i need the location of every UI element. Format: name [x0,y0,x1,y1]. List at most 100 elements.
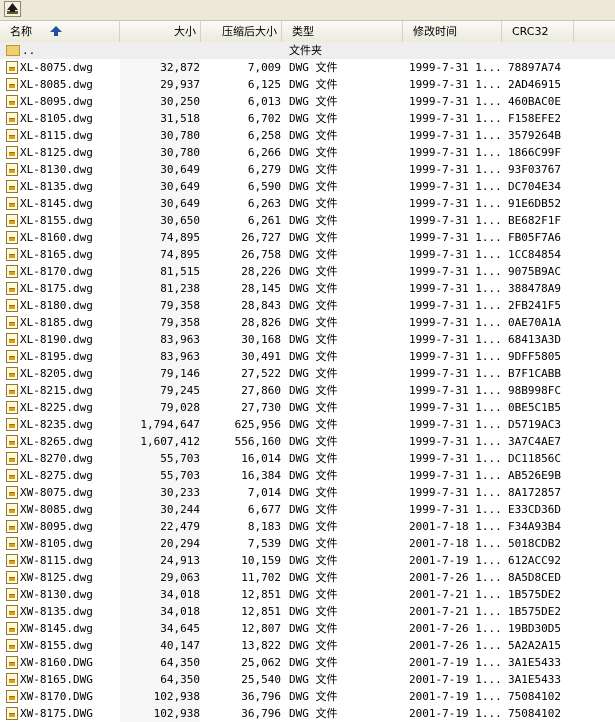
file-crc: 8A172857 [508,486,561,499]
file-name-cell: XW-8075.dwg [6,484,120,501]
file-row[interactable]: XW-8075.dwg 30,233 7,014 DWG 文件 1999-7-31 1.… [0,484,615,501]
file-type: DWG 文件 [289,282,338,295]
file-row[interactable]: XL-8165.dwg 74,895 26,758 DWG 文件 1999-7-31 1… [0,246,615,263]
file-crc: 0AE70A1A [508,316,561,329]
file-row[interactable]: XL-8275.dwg 55,703 16,384 DWG 文件 1999-7-31 1… [0,467,615,484]
file-type: DWG 文件 [289,180,338,193]
file-modified: 1999-7-31 1... [409,180,501,193]
dwg-file-icon [6,197,18,210]
file-row[interactable]: XW-8125.dwg 29,063 11,702 DWG 文件 2001-7-26 1… [0,569,615,586]
column-size-header[interactable]: 大小 [120,21,201,42]
file-name-cell: XL-8215.dwg [6,382,120,399]
file-row[interactable]: XL-8125.dwg 30,780 6,266 DWG 文件 1999-7-31 1.… [0,144,615,161]
file-row[interactable]: XL-8265.dwg 1,607,412 556,160 DWG 文件 1999-7-… [0,433,615,450]
column-modified-header[interactable]: 修改时间 [403,21,502,42]
file-type: DWG 文件 [289,384,338,397]
file-type: DWG 文件 [289,418,338,431]
file-rows: XL-8075.dwg 32,872 7,009 DWG 文件 1999-7-31 1.… [0,59,615,722]
file-row[interactable]: XL-8190.dwg 83,963 30,168 DWG 文件 1999-7-31 1… [0,331,615,348]
file-type: DWG 文件 [289,197,338,210]
file-crc: 19BD30D5 [508,622,561,635]
column-name-header[interactable]: 名称 [0,21,120,42]
file-row[interactable]: XL-8205.dwg 79,146 27,522 DWG 文件 1999-7-31 1… [0,365,615,382]
file-row[interactable]: XL-8130.dwg 30,649 6,279 DWG 文件 1999-7-31 1.… [0,161,615,178]
file-row[interactable]: XL-8145.dwg 30,649 6,263 DWG 文件 1999-7-31 1.… [0,195,615,212]
file-row[interactable]: XL-8095.dwg 30,250 6,013 DWG 文件 1999-7-31 1.… [0,93,615,110]
file-row[interactable]: XW-8085.dwg 30,244 6,677 DWG 文件 1999-7-31 1.… [0,501,615,518]
up-folder-button[interactable] [4,1,21,17]
file-row[interactable]: XL-8105.dwg 31,518 6,702 DWG 文件 1999-7-31 1.… [0,110,615,127]
file-row[interactable]: XL-8160.dwg 74,895 26,727 DWG 文件 1999-7-31 1… [0,229,615,246]
file-row[interactable]: XL-8115.dwg 30,780 6,258 DWG 文件 1999-7-31 1.… [0,127,615,144]
column-type-header[interactable]: 类型 [282,21,403,42]
file-packed-size: 625,956 [234,418,281,431]
file-name: XW-8155.dwg [20,639,93,652]
file-crc: 98B998FC [508,384,561,397]
file-row[interactable]: XW-8160.DWG 64,350 25,062 DWG 文件 2001-7-19 1… [0,654,615,671]
file-row[interactable]: XW-8155.dwg 40,147 13,822 DWG 文件 2001-7-26 1… [0,637,615,654]
file-row[interactable]: XW-8145.dwg 34,645 12,807 DWG 文件 2001-7-26 1… [0,620,615,637]
file-row[interactable]: XW-8115.dwg 24,913 10,159 DWG 文件 2001-7-19 1… [0,552,615,569]
file-row[interactable]: XL-8225.dwg 79,028 27,730 DWG 文件 1999-7-31 1… [0,399,615,416]
file-packed-size: 13,822 [241,639,281,652]
parent-folder-row[interactable]: .. 文件夹 [0,42,615,59]
file-row[interactable]: XW-8165.DWG 64,350 25,540 DWG 文件 2001-7-19 1… [0,671,615,688]
file-crc: 612ACC92 [508,554,561,567]
file-crc: 68413A3D [508,333,561,346]
file-crc: 1CC84854 [508,248,561,261]
toolbar [0,0,615,21]
file-row[interactable]: XW-8175.DWG 102,938 36,796 DWG 文件 2001-7-19 … [0,705,615,722]
file-modified: 1999-7-31 1... [409,95,501,108]
dwg-file-icon [6,282,18,295]
file-crc: 93F03767 [508,163,561,176]
file-packed-size: 6,013 [247,95,281,108]
file-row[interactable]: XL-8170.dwg 81,515 28,226 DWG 文件 1999-7-31 1… [0,263,615,280]
file-size: 30,649 [120,161,200,178]
column-crc-header[interactable]: CRC32 [502,21,574,42]
file-name: XW-8125.dwg [20,571,93,584]
file-size: 79,358 [120,314,200,331]
file-row[interactable]: XL-8270.dwg 55,703 16,014 DWG 文件 1999-7-31 1… [0,450,615,467]
file-row[interactable]: XL-8195.dwg 83,963 30,491 DWG 文件 1999-7-31 1… [0,348,615,365]
file-name-cell: XL-8270.dwg [6,450,120,467]
file-modified: 2001-7-26 1... [409,622,501,635]
dwg-file-icon [6,401,18,414]
file-name-cell: XW-8125.dwg [6,569,120,586]
file-crc: 3A1E5433 [508,673,561,686]
file-packed-size: 30,491 [241,350,281,363]
file-size: 30,780 [120,127,200,144]
file-name: XW-8095.dwg [20,520,93,533]
column-packed-header[interactable]: 压缩后大小 [201,21,282,42]
file-crc: 8A5D8CED [508,571,561,584]
file-size: 81,238 [120,280,200,297]
file-packed-size: 27,522 [241,367,281,380]
file-row[interactable]: XL-8075.dwg 32,872 7,009 DWG 文件 1999-7-31 1.… [0,59,615,76]
file-row[interactable]: XL-8235.dwg 1,794,647 625,956 DWG 文件 1999-7-… [0,416,615,433]
file-name: XL-8175.dwg [20,282,93,295]
file-size: 81,515 [120,263,200,280]
file-packed-size: 36,796 [241,707,281,720]
file-row[interactable]: XL-8185.dwg 79,358 28,826 DWG 文件 1999-7-31 1… [0,314,615,331]
file-row[interactable]: XL-8155.dwg 30,650 6,261 DWG 文件 1999-7-31 1.… [0,212,615,229]
dwg-file-icon [6,503,18,516]
file-row[interactable]: XW-8135.dwg 34,018 12,851 DWG 文件 2001-7-21 1… [0,603,615,620]
file-packed-size: 10,159 [241,554,281,567]
file-row[interactable]: XW-8130.dwg 34,018 12,851 DWG 文件 2001-7-21 1… [0,586,615,603]
file-row[interactable]: XL-8215.dwg 79,245 27,860 DWG 文件 1999-7-31 1… [0,382,615,399]
file-modified: 1999-7-31 1... [409,61,501,74]
file-type: DWG 文件 [289,401,338,414]
file-row[interactable]: XW-8095.dwg 22,479 8,183 DWG 文件 2001-7-18 1.… [0,518,615,535]
file-packed-size: 16,384 [241,469,281,482]
file-row[interactable]: XW-8170.DWG 102,938 36,796 DWG 文件 2001-7-19 … [0,688,615,705]
file-row[interactable]: XL-8085.dwg 29,937 6,125 DWG 文件 1999-7-31 1.… [0,76,615,93]
file-name-cell: XL-8115.dwg [6,127,120,144]
file-row[interactable]: XW-8105.dwg 20,294 7,539 DWG 文件 2001-7-18 1.… [0,535,615,552]
file-row[interactable]: XL-8175.dwg 81,238 28,145 DWG 文件 1999-7-31 1… [0,280,615,297]
file-packed-size: 28,226 [241,265,281,278]
file-name-cell: XL-8155.dwg [6,212,120,229]
file-name: XL-8180.dwg [20,299,93,312]
dwg-file-icon [6,129,18,142]
file-row[interactable]: XL-8180.dwg 79,358 28,843 DWG 文件 1999-7-31 1… [0,297,615,314]
file-row[interactable]: XL-8135.dwg 30,649 6,590 DWG 文件 1999-7-31 1.… [0,178,615,195]
file-name: XW-8165.DWG [20,673,93,686]
